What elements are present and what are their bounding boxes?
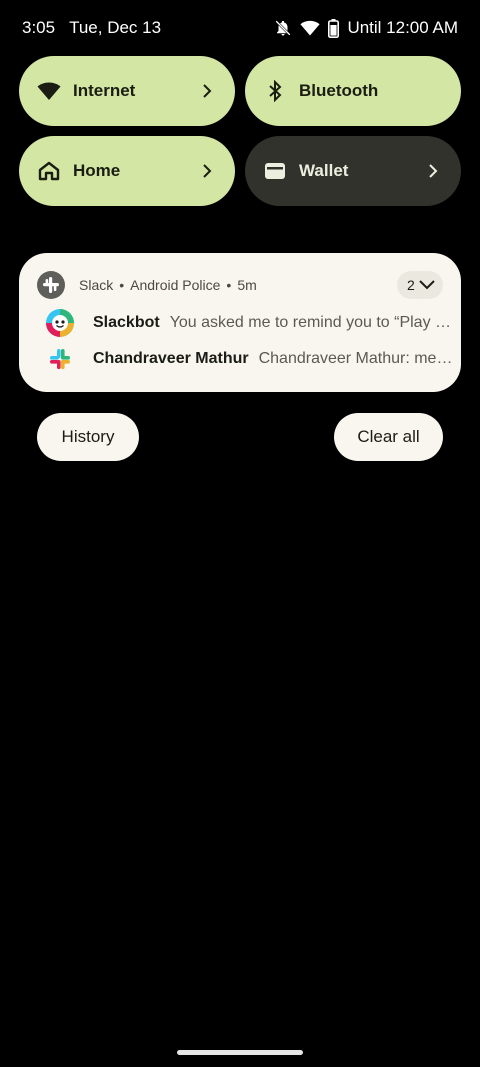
chevron-right-icon bbox=[199, 163, 215, 179]
wallet-icon bbox=[263, 159, 287, 183]
message-text: You asked me to remind you to “Play Dumb… bbox=[169, 314, 458, 331]
separator: • bbox=[119, 277, 125, 293]
tile-bluetooth[interactable]: Bluetooth bbox=[245, 56, 461, 126]
separator: • bbox=[226, 277, 232, 293]
battery-icon bbox=[328, 18, 340, 38]
status-bar: 3:05 Tue, Dec 13 Until 12:00 AM bbox=[0, 0, 480, 56]
tile-internet[interactable]: Internet bbox=[19, 56, 235, 126]
quick-settings-tiles: Internet Bluetooth Home Wallet bbox=[19, 56, 461, 206]
message-sender: Chandraveer Mathur bbox=[93, 350, 249, 367]
expand-notification-button[interactable]: 2 bbox=[397, 271, 443, 299]
notification-meta: Slack • Android Police • 5m bbox=[79, 277, 257, 293]
chevron-right-icon bbox=[425, 163, 441, 179]
tile-home-label: Home bbox=[73, 161, 121, 180]
status-time: 3:05 bbox=[22, 18, 56, 37]
message-sender: Slackbot bbox=[93, 314, 160, 331]
alarm-until-text: Until 12:00 AM bbox=[347, 18, 458, 37]
notification-time: 5m bbox=[237, 277, 257, 293]
home-icon bbox=[37, 159, 61, 183]
chevron-down-icon bbox=[419, 277, 435, 293]
tile-wallet-label: Wallet bbox=[299, 161, 349, 180]
status-date: Tue, Dec 13 bbox=[69, 18, 162, 37]
wifi-icon bbox=[300, 19, 321, 37]
notification-app-name: Slack bbox=[79, 277, 114, 293]
history-button[interactable]: History bbox=[37, 413, 139, 461]
slackbot-avatar bbox=[46, 309, 74, 337]
tile-wallet[interactable]: Wallet bbox=[245, 136, 461, 206]
slack-app-icon bbox=[37, 271, 65, 299]
notification-count: 2 bbox=[407, 277, 415, 293]
notification-header: Slack • Android Police • 5m 2 bbox=[37, 271, 443, 299]
clear-all-button[interactable]: Clear all bbox=[334, 413, 443, 461]
slack-logo-icon bbox=[46, 345, 74, 373]
tile-bluetooth-label: Bluetooth bbox=[299, 81, 379, 100]
notification-message[interactable]: Chandraveer Mathur Chandraveer Mathur: m… bbox=[46, 344, 458, 374]
bell-off-icon bbox=[274, 19, 292, 37]
tile-home[interactable]: Home bbox=[19, 136, 235, 206]
message-text: Chandraveer Mathur: message bbox=[258, 350, 458, 367]
notification-message[interactable]: Slackbot You asked me to remind you to “… bbox=[46, 308, 458, 338]
home-gesture-bar[interactable] bbox=[177, 1050, 303, 1055]
notification-channel: Android Police bbox=[130, 277, 221, 293]
wifi-icon bbox=[37, 79, 61, 103]
chevron-right-icon bbox=[199, 83, 215, 99]
tile-internet-label: Internet bbox=[73, 81, 136, 100]
bluetooth-icon bbox=[263, 79, 287, 103]
